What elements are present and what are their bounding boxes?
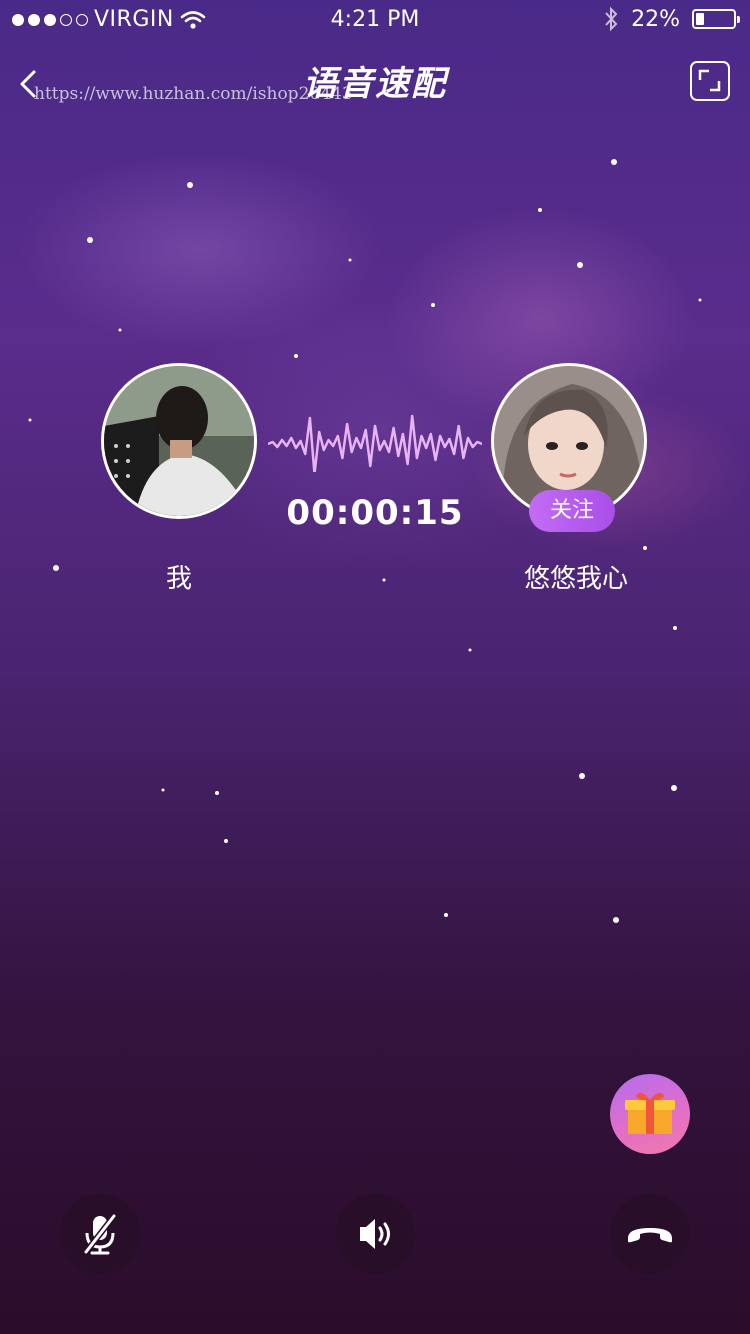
speaker-icon	[360, 1219, 390, 1249]
gift-button[interactable]	[610, 1074, 690, 1154]
call-timer: 00:00:15	[286, 493, 464, 533]
status-right: 22%	[603, 6, 740, 32]
voice-waveform	[268, 414, 482, 472]
battery-icon	[692, 9, 740, 29]
battery-percent: 22%	[631, 6, 680, 32]
speaker-button[interactable]	[335, 1194, 415, 1274]
peer-name: 悠悠我心	[523, 564, 628, 594]
mute-mic-button[interactable]	[60, 1194, 140, 1274]
my-name: 我	[165, 564, 192, 594]
expand-icon[interactable]	[690, 61, 730, 101]
watermark-text: https://www.huzhan.com/ishop20443	[34, 84, 353, 104]
hangup-icon	[628, 1228, 672, 1243]
hangup-button[interactable]	[610, 1194, 690, 1274]
status-bar: VIRGIN 4:21 PM 22%	[0, 0, 750, 40]
mic-muted-icon	[83, 1214, 117, 1255]
waveform-line	[268, 414, 482, 472]
bluetooth-icon	[605, 6, 618, 32]
gift-icon	[625, 1092, 675, 1134]
